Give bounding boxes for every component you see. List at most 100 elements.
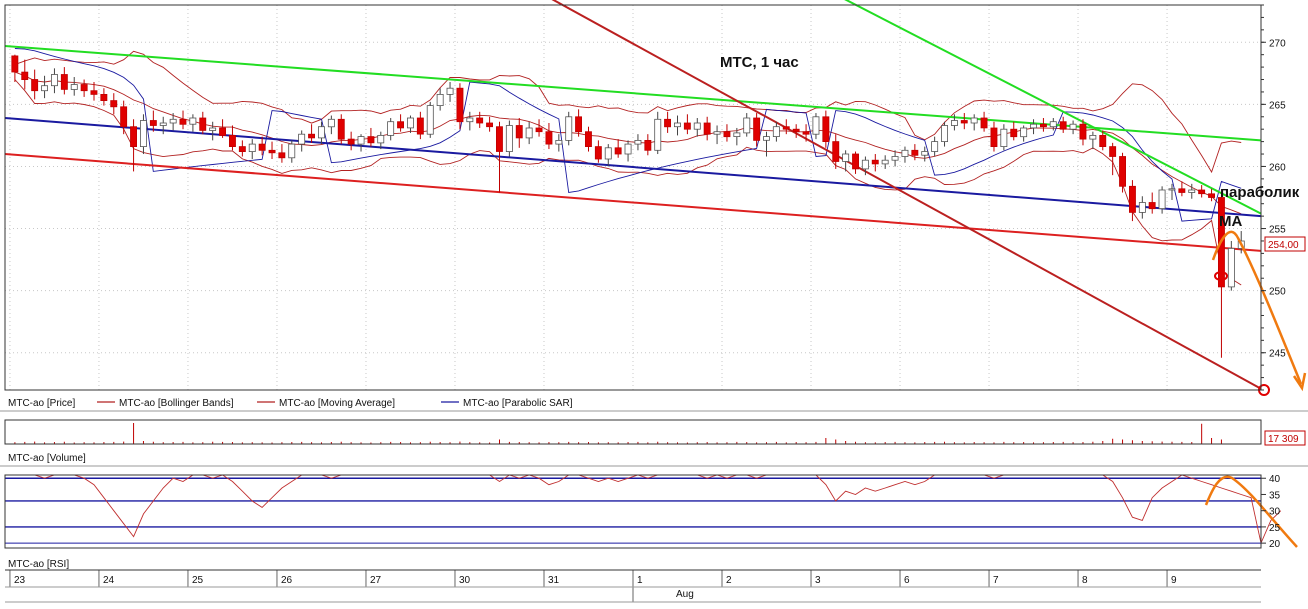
candle-body (683, 122, 691, 130)
parabolic-sar-line (14, 48, 1242, 222)
candle-body (861, 159, 869, 170)
candle-body (891, 156, 899, 161)
candle-body (199, 117, 207, 131)
candle-body (1227, 247, 1235, 288)
grid-layer (5, 5, 1261, 602)
candle-body (159, 122, 167, 126)
candle-body (575, 116, 582, 133)
chart-canvas: МТС, 1 час параболик МА MTC-ao [Volume] … (0, 0, 1308, 603)
candle-body (1168, 188, 1176, 191)
candle-body (812, 116, 820, 135)
candle-body (644, 139, 652, 151)
candle-body (881, 159, 889, 165)
legend-item: MTC-ao [Price] (8, 398, 75, 409)
candle-body (703, 122, 711, 135)
candle-body (139, 120, 147, 148)
candle-body (852, 153, 859, 170)
legend-item: MTC-ao [Parabolic SAR] (463, 398, 573, 409)
candle-body (387, 121, 395, 136)
candle-body (1109, 146, 1117, 157)
candle-body (1079, 123, 1087, 140)
candle-body (1148, 202, 1156, 210)
price-tick-label: 260 (1269, 162, 1286, 173)
candle-body (1099, 134, 1107, 147)
day-tick-label: 27 (370, 575, 382, 586)
candle-body (782, 126, 790, 130)
candle-body (763, 136, 770, 141)
day-tick-label: 7 (993, 575, 999, 586)
candle-body (149, 120, 157, 126)
candle-body (565, 116, 573, 141)
candles (11, 54, 1245, 444)
month-label: Aug (676, 589, 694, 600)
candle-body (713, 131, 721, 135)
candle-body (555, 139, 563, 145)
candle-body (337, 118, 345, 140)
candle-body (802, 131, 810, 135)
candle-body (1089, 134, 1097, 140)
chart-title: МТС, 1 час (720, 54, 799, 71)
candle-body (1040, 123, 1047, 128)
candle-body (367, 136, 375, 144)
candle-body (585, 131, 592, 147)
candle-body (347, 138, 355, 145)
candle-body (268, 149, 276, 154)
candle-body (525, 127, 533, 139)
candle-body (1049, 121, 1057, 128)
candle-body (654, 118, 662, 151)
rsi-tick-label: 30 (1269, 507, 1281, 518)
rsi-tick-label: 40 (1269, 474, 1281, 485)
price-tick-label: 270 (1269, 38, 1286, 49)
day-tick-label: 9 (1171, 575, 1177, 586)
candle-body (1030, 123, 1037, 129)
volume-panel-label: MTC-ao [Volume] (8, 453, 86, 464)
candle-body (604, 147, 612, 160)
candle-body (1059, 121, 1067, 130)
day-tick-label: 24 (103, 575, 115, 586)
candle-body (486, 122, 493, 128)
trendline (551, 0, 1262, 390)
chart-window: МТС, 1 час параболик МА MTC-ao [Volume] … (0, 0, 1308, 604)
rsi-tick-label: 20 (1269, 539, 1281, 550)
candle-body (822, 116, 830, 143)
volume-panel-frame (4, 419, 1262, 445)
candle-body (545, 131, 553, 145)
candle-body (1000, 128, 1008, 147)
candle-body (772, 126, 780, 137)
candle-body (743, 117, 751, 134)
candle-body (397, 121, 404, 129)
price-tick-label: 250 (1269, 287, 1286, 298)
candle-body (80, 84, 88, 92)
candle-body (951, 120, 958, 126)
candle-body (753, 117, 761, 141)
indicator-lines (4, 0, 1282, 545)
candle-body (228, 134, 236, 147)
candle-body (298, 133, 306, 145)
candle-body (515, 125, 523, 139)
candle-body (1020, 127, 1028, 138)
candle-body (120, 106, 128, 128)
candle-body (674, 122, 681, 128)
candle-body (238, 146, 246, 153)
day-tick-label: 6 (904, 575, 910, 586)
candle-body (51, 74, 58, 87)
candle-body (11, 55, 19, 73)
candle-body (377, 134, 385, 144)
candle-body (327, 118, 335, 128)
candle-body (1188, 189, 1196, 193)
candle-body (258, 143, 266, 151)
price-tick-label: 255 (1269, 225, 1286, 236)
candle-body (90, 90, 98, 95)
candle-body (921, 151, 929, 156)
candle-body (446, 87, 454, 95)
rsi-panel-label: MTC-ao [RSI] (8, 559, 69, 570)
candle-body (634, 139, 642, 145)
candle-body (476, 117, 484, 124)
candle-body (209, 127, 217, 131)
candle-body (624, 143, 632, 155)
candle-body (911, 149, 919, 156)
candle-body (466, 117, 474, 123)
candle-body (219, 127, 226, 136)
annotation-ma: МА (1219, 213, 1242, 230)
day-tick-label: 1 (637, 575, 643, 586)
